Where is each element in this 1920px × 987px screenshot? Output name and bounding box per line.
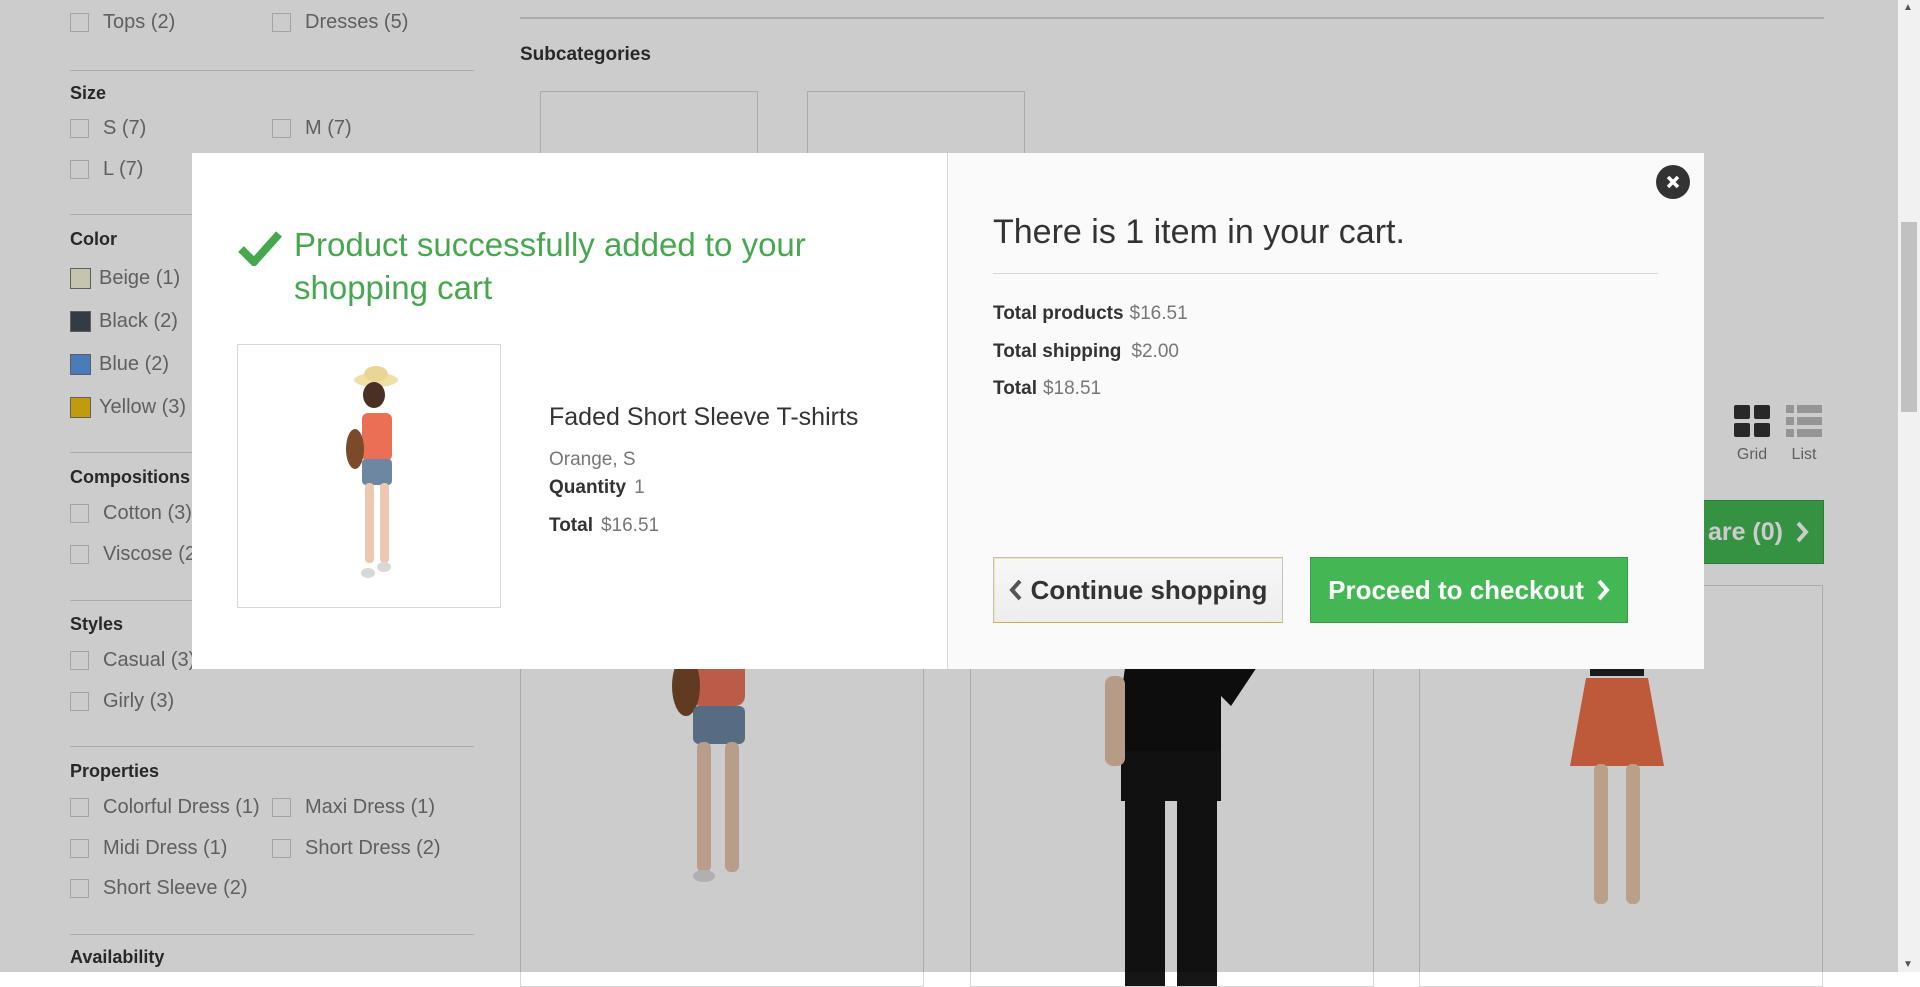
page: Tops (2) Dresses (5) Size S (7) M (7) L … [0, 0, 1920, 987]
continue-shopping-label: Continue shopping [1030, 574, 1268, 605]
continue-shopping-button[interactable]: Continue shopping [993, 557, 1283, 623]
close-button[interactable] [1656, 165, 1690, 199]
modal-product-attributes: Orange, S [549, 449, 636, 470]
modal-cart-panel: There is 1 item in your cart. Total prod… [948, 153, 1704, 669]
scrollbar-thumb[interactable] [1901, 222, 1917, 412]
cart-total-label: Total [993, 378, 1037, 399]
divider [993, 273, 1658, 274]
page-scrollbar[interactable]: ▲ ▼ [1898, 0, 1920, 972]
modal-product-image [237, 344, 501, 608]
total-label: Total [549, 515, 593, 536]
quantity-label: Quantity [549, 477, 627, 498]
cart-summary-title: There is 1 item in your cart. [993, 213, 1405, 251]
added-confirmation-title: Product successfully added to your shopp… [294, 226, 806, 306]
scroll-down-icon[interactable]: ▼ [1903, 959, 1913, 970]
modal-product-quantity: Quantity 1 [549, 477, 645, 499]
quantity-value: 1 [634, 477, 645, 498]
modal-product-panel: Product successfully added to your shopp… [192, 153, 948, 669]
add-to-cart-modal: Product successfully added to your shopp… [192, 153, 1704, 669]
modal-product-name: Faded Short Sleeve T-shirts [549, 403, 859, 431]
total-shipping-value: $2.00 [1131, 341, 1179, 362]
proceed-to-checkout-button[interactable]: Proceed to checkout [1310, 557, 1628, 623]
total-value: $16.51 [600, 515, 660, 536]
total-products-label: Total products [993, 303, 1124, 324]
modal-product-total: Total $16.51 [549, 515, 659, 537]
chevron-left-icon [1008, 579, 1022, 601]
close-icon [1666, 175, 1680, 189]
cart-total-products: Total products $16.51 [993, 303, 1188, 325]
scroll-up-icon[interactable]: ▲ [1903, 2, 1913, 13]
proceed-to-checkout-label: Proceed to checkout [1328, 574, 1584, 605]
cart-total-shipping: Total shipping $2.00 [993, 341, 1179, 363]
product-photo [238, 345, 500, 607]
total-shipping-label: Total shipping [993, 341, 1122, 362]
chevron-right-icon [1597, 579, 1610, 601]
cart-total-value: $18.51 [1042, 378, 1102, 399]
total-products-value: $16.51 [1129, 303, 1188, 324]
cart-total: Total $18.51 [993, 378, 1101, 400]
check-icon [238, 231, 282, 266]
